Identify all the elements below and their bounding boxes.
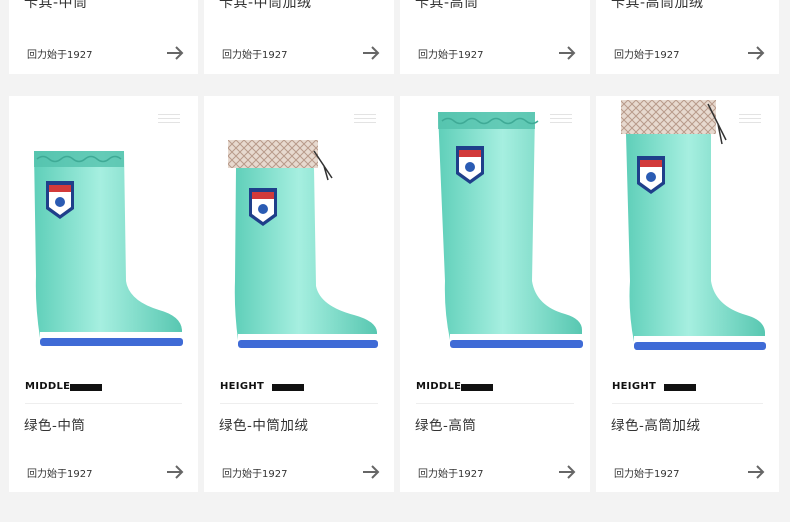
- arrow-right-icon[interactable]: [362, 46, 380, 60]
- product-image[interactable]: [204, 96, 394, 381]
- tag-bar: [461, 384, 493, 391]
- product-name: 绿色-中筒: [24, 418, 86, 434]
- product-card[interactable]: 卡其-高筒加绒 回力始于1927: [596, 0, 779, 74]
- menu-icon: [550, 114, 572, 124]
- product-image[interactable]: [9, 96, 198, 381]
- tag-bar: [272, 384, 304, 391]
- tag-bar: [664, 384, 696, 391]
- arrow-right-icon[interactable]: [166, 465, 184, 479]
- size-tag: HEIGHT: [612, 381, 657, 392]
- arrow-right-icon[interactable]: [558, 46, 576, 60]
- divider: [416, 403, 574, 404]
- arrow-right-icon[interactable]: [747, 46, 765, 60]
- product-name: 卡其-高筒: [415, 0, 479, 11]
- size-tag: MIDDLE: [416, 381, 462, 392]
- product-name: 绿色-高筒加绒: [611, 418, 701, 434]
- divider: [612, 403, 763, 404]
- brand-label: 回力始于1927: [222, 469, 288, 480]
- brand-label: 回力始于1927: [614, 469, 680, 480]
- product-name: 绿色-中筒加绒: [219, 418, 309, 434]
- product-card[interactable]: MIDDLE 绿色-中筒 回力始于1927: [9, 96, 198, 492]
- product-card[interactable]: HEIGHT 绿色-高筒加绒 回力始于1927: [596, 96, 779, 492]
- arrow-right-icon[interactable]: [747, 465, 765, 479]
- divider: [25, 403, 182, 404]
- product-name: 卡其-高筒加绒: [611, 0, 704, 11]
- arrow-right-icon[interactable]: [558, 465, 576, 479]
- product-card[interactable]: MIDDLE 绿色-高筒 回力始于1927: [400, 96, 590, 492]
- menu-icon: [354, 114, 376, 124]
- brand-label: 回力始于1927: [418, 469, 484, 480]
- size-tag: MIDDLE: [25, 381, 71, 392]
- product-name: 卡其-中筒加绒: [219, 0, 312, 11]
- tag-bar: [70, 384, 102, 391]
- brand-label: 回力始于1927: [222, 50, 288, 61]
- product-card[interactable]: 卡其-中筒 回力始于1927: [9, 0, 198, 74]
- product-card[interactable]: 卡其-高筒 回力始于1927: [400, 0, 590, 74]
- product-card[interactable]: 卡其-中筒加绒 回力始于1927: [204, 0, 394, 74]
- menu-icon: [158, 114, 180, 124]
- arrow-right-icon[interactable]: [166, 46, 184, 60]
- product-image[interactable]: [400, 96, 590, 381]
- product-card[interactable]: HEIGHT 绿色-中筒加绒 回力始于1927: [204, 96, 394, 492]
- size-tag: HEIGHT: [220, 381, 265, 392]
- brand-label: 回力始于1927: [614, 50, 680, 61]
- brand-label: 回力始于1927: [27, 50, 93, 61]
- menu-icon: [739, 114, 761, 124]
- arrow-right-icon[interactable]: [362, 465, 380, 479]
- brand-label: 回力始于1927: [27, 469, 93, 480]
- product-image[interactable]: [596, 96, 779, 381]
- divider: [220, 403, 378, 404]
- brand-label: 回力始于1927: [418, 50, 484, 61]
- product-name: 绿色-高筒: [415, 418, 477, 434]
- product-name: 卡其-中筒: [24, 0, 88, 11]
